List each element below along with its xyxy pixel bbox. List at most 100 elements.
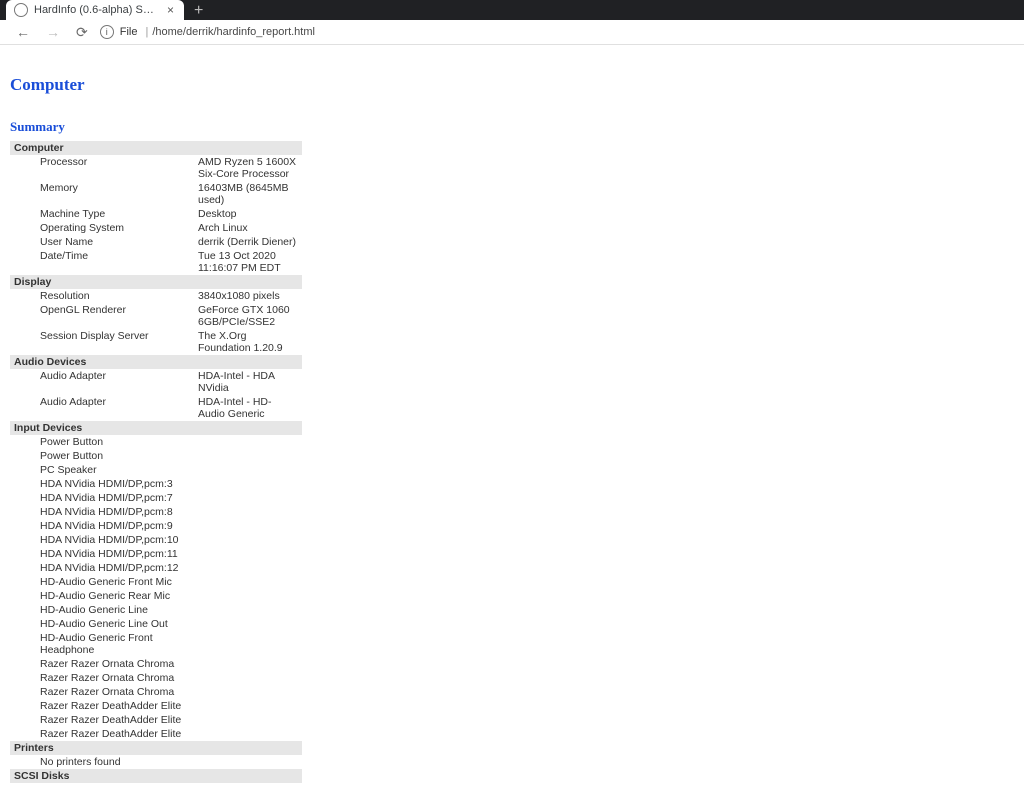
table-row: OpenGL RendererGeForce GTX 1060 6GB/PCIe… bbox=[10, 303, 302, 329]
row-key: Power Button bbox=[10, 449, 194, 463]
row-value: 3840x1080 pixels bbox=[194, 289, 302, 303]
row-key: Razer Razer Ornata Chroma bbox=[10, 657, 194, 671]
summary-table: ComputerProcessorAMD Ryzen 5 1600X Six-C… bbox=[10, 141, 302, 783]
address-bar[interactable]: i File | /home/derrik/hardinfo_report.ht… bbox=[100, 25, 315, 39]
row-value bbox=[194, 449, 302, 463]
table-row: HD-Audio Generic Front Mic bbox=[10, 575, 302, 589]
url-separator: | bbox=[145, 26, 148, 38]
table-row: User Namederrik (Derrik Diener) bbox=[10, 235, 302, 249]
row-value: Desktop bbox=[194, 207, 302, 221]
row-key: HDA NVidia HDMI/DP,pcm:10 bbox=[10, 533, 194, 547]
row-key: HD-Audio Generic Line Out bbox=[10, 617, 194, 631]
row-value: AMD Ryzen 5 1600X Six-Core Processor bbox=[194, 155, 302, 181]
browser-chrome: HardInfo (0.6-alpha) Syste × + ← → ⟳ i F… bbox=[0, 0, 1024, 45]
table-row: HDA NVidia HDMI/DP,pcm:7 bbox=[10, 491, 302, 505]
table-row: No printers found bbox=[10, 755, 302, 769]
table-row: HDA NVidia HDMI/DP,pcm:10 bbox=[10, 533, 302, 547]
table-row: Resolution3840x1080 pixels bbox=[10, 289, 302, 303]
row-key: HDA NVidia HDMI/DP,pcm:8 bbox=[10, 505, 194, 519]
row-value: derrik (Derrik Diener) bbox=[194, 235, 302, 249]
row-key: HDA NVidia HDMI/DP,pcm:3 bbox=[10, 477, 194, 491]
row-value: HDA-Intel - HDA NVidia bbox=[194, 369, 302, 395]
row-value bbox=[194, 685, 302, 699]
row-value bbox=[194, 491, 302, 505]
back-button[interactable]: ← bbox=[8, 25, 38, 39]
row-key: Date/Time bbox=[10, 249, 194, 275]
url-path: /home/derrik/hardinfo_report.html bbox=[152, 26, 315, 38]
table-row: HDA NVidia HDMI/DP,pcm:8 bbox=[10, 505, 302, 519]
report-page: Computer Summary ComputerProcessorAMD Ry… bbox=[0, 45, 1024, 803]
reload-button[interactable]: ⟳ bbox=[68, 25, 96, 39]
row-key: Session Display Server bbox=[10, 329, 194, 355]
row-value bbox=[194, 505, 302, 519]
row-key: Operating System bbox=[10, 221, 194, 235]
table-row: ProcessorAMD Ryzen 5 1600X Six-Core Proc… bbox=[10, 155, 302, 181]
row-value bbox=[194, 727, 302, 741]
table-row: Power Button bbox=[10, 449, 302, 463]
section-header-computer: Computer bbox=[10, 141, 302, 155]
row-key: OpenGL Renderer bbox=[10, 303, 194, 329]
row-value bbox=[194, 477, 302, 491]
favicon-icon bbox=[14, 3, 28, 17]
row-key: HD-Audio Generic Rear Mic bbox=[10, 589, 194, 603]
section-title: Display bbox=[10, 275, 302, 289]
row-key: HDA NVidia HDMI/DP,pcm:7 bbox=[10, 491, 194, 505]
section-header-scsi: SCSI Disks bbox=[10, 769, 302, 783]
table-row: HDA NVidia HDMI/DP,pcm:9 bbox=[10, 519, 302, 533]
row-key: HDA NVidia HDMI/DP,pcm:9 bbox=[10, 519, 194, 533]
row-value bbox=[194, 435, 302, 449]
row-value bbox=[194, 603, 302, 617]
row-key: Razer Razer DeathAdder Elite bbox=[10, 713, 194, 727]
new-tab-button[interactable]: + bbox=[184, 2, 213, 20]
row-value bbox=[194, 463, 302, 477]
row-key: HD-Audio Generic Front Headphone bbox=[10, 631, 194, 657]
forward-button[interactable]: → bbox=[38, 25, 68, 39]
table-row: HD-Audio Generic Front Headphone bbox=[10, 631, 302, 657]
row-value bbox=[194, 547, 302, 561]
page-title: Computer bbox=[10, 75, 1014, 95]
row-value: Tue 13 Oct 2020 11:16:07 PM EDT bbox=[194, 249, 302, 275]
row-value bbox=[194, 561, 302, 575]
row-value bbox=[194, 671, 302, 685]
section-header-input: Input Devices bbox=[10, 421, 302, 435]
row-value bbox=[194, 755, 302, 769]
table-row: Session Display ServerThe X.Org Foundati… bbox=[10, 329, 302, 355]
row-key: Razer Razer DeathAdder Elite bbox=[10, 727, 194, 741]
row-key: Resolution bbox=[10, 289, 194, 303]
browser-toolbar: ← → ⟳ i File | /home/derrik/hardinfo_rep… bbox=[0, 20, 1024, 45]
section-title: Input Devices bbox=[10, 421, 302, 435]
row-value: HDA-Intel - HD-Audio Generic bbox=[194, 395, 302, 421]
table-row: Razer Razer DeathAdder Elite bbox=[10, 713, 302, 727]
table-row: Audio AdapterHDA-Intel - HDA NVidia bbox=[10, 369, 302, 395]
row-value bbox=[194, 699, 302, 713]
url-scheme: File bbox=[120, 26, 138, 38]
row-key: Razer Razer Ornata Chroma bbox=[10, 685, 194, 699]
browser-tab[interactable]: HardInfo (0.6-alpha) Syste × bbox=[6, 0, 184, 20]
section-header-audio: Audio Devices bbox=[10, 355, 302, 369]
row-key: Razer Razer Ornata Chroma bbox=[10, 671, 194, 685]
row-value: GeForce GTX 1060 6GB/PCIe/SSE2 bbox=[194, 303, 302, 329]
section-title: Printers bbox=[10, 741, 302, 755]
row-value bbox=[194, 657, 302, 671]
row-key: HD-Audio Generic Front Mic bbox=[10, 575, 194, 589]
section-title: Computer bbox=[10, 141, 302, 155]
table-row: Razer Razer Ornata Chroma bbox=[10, 671, 302, 685]
section-header-printers: Printers bbox=[10, 741, 302, 755]
row-key: PC Speaker bbox=[10, 463, 194, 477]
row-value bbox=[194, 713, 302, 727]
row-value bbox=[194, 519, 302, 533]
row-value: Arch Linux bbox=[194, 221, 302, 235]
table-row: HDA NVidia HDMI/DP,pcm:12 bbox=[10, 561, 302, 575]
row-value: 16403MB (8645MB used) bbox=[194, 181, 302, 207]
row-key: Machine Type bbox=[10, 207, 194, 221]
table-row: HD-Audio Generic Line Out bbox=[10, 617, 302, 631]
table-row: HD-Audio Generic Rear Mic bbox=[10, 589, 302, 603]
row-key: Power Button bbox=[10, 435, 194, 449]
table-row: Razer Razer DeathAdder Elite bbox=[10, 727, 302, 741]
site-info-icon[interactable]: i bbox=[100, 25, 114, 39]
table-row: Operating SystemArch Linux bbox=[10, 221, 302, 235]
row-value bbox=[194, 589, 302, 603]
close-tab-icon[interactable]: × bbox=[167, 3, 174, 17]
row-key: HDA NVidia HDMI/DP,pcm:11 bbox=[10, 547, 194, 561]
row-key: Audio Adapter bbox=[10, 369, 194, 395]
